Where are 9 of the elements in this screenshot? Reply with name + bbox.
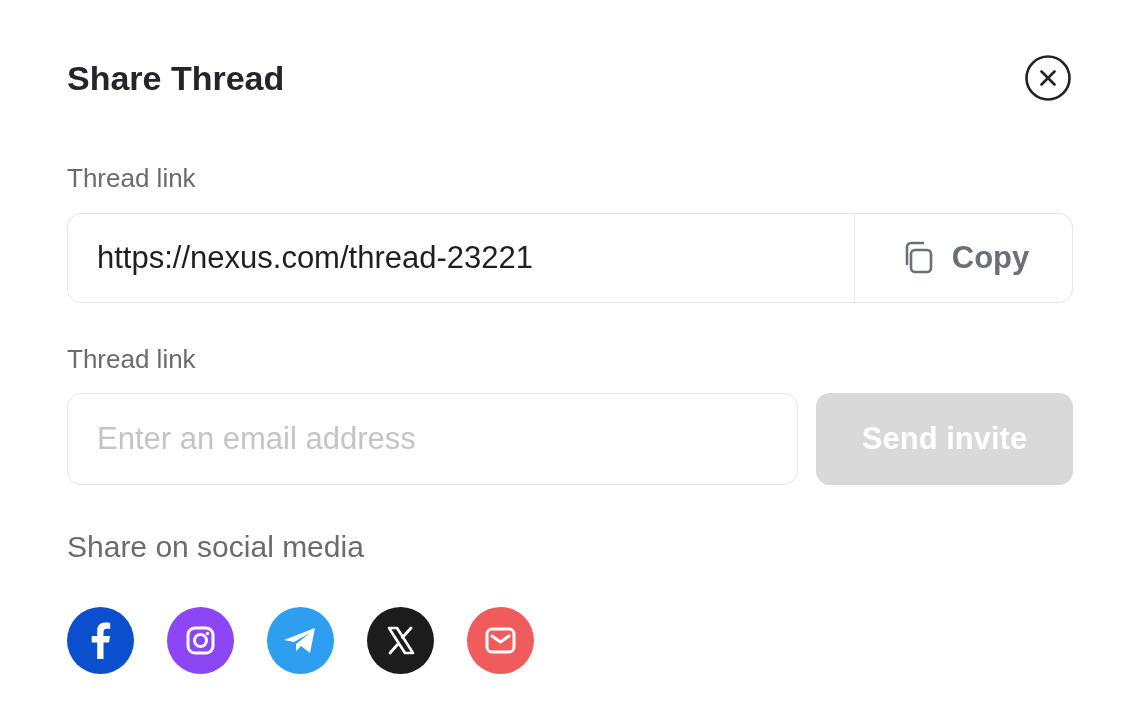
field-label: Thread link: [67, 346, 197, 372]
link-field[interactable]: https://nexus.com/thread-23221 Copy: [67, 213, 1073, 303]
close-icon[interactable]: [1025, 55, 1071, 101]
field-label: Thread link: [67, 165, 197, 191]
dialog-title: Share Thread: [67, 58, 285, 98]
link-text: https://nexus.com/thread-23221: [96, 240, 534, 276]
section-label: Share on social media: [67, 532, 365, 562]
email-field[interactable]: Enter an email address: [67, 393, 798, 485]
copy-button[interactable]: Copy: [854, 214, 1072, 302]
